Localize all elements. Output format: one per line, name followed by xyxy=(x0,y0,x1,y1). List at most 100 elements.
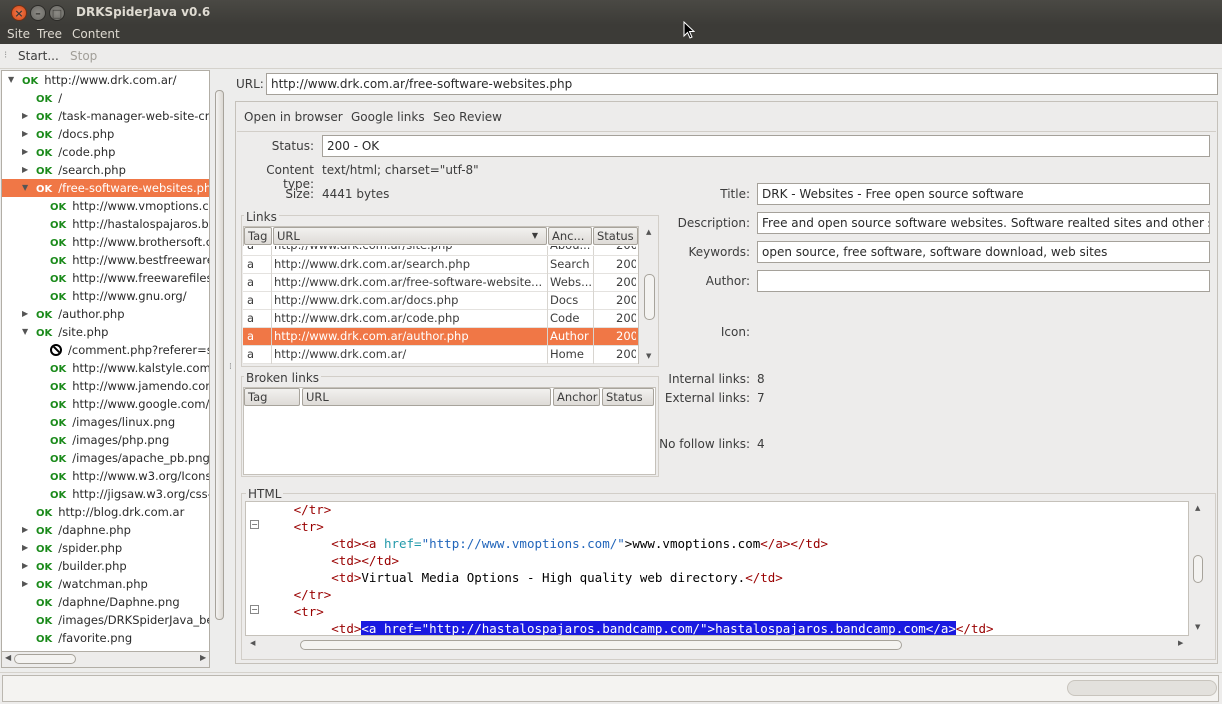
scroll-up-icon[interactable]: ▲ xyxy=(1195,504,1200,512)
google-links-link[interactable]: Google links xyxy=(351,110,425,124)
keywords-field[interactable]: open source, free software, software dow… xyxy=(757,241,1210,263)
expanded-arrow-icon[interactable]: ▼ xyxy=(22,179,28,197)
minimize-window-button[interactable]: – xyxy=(30,5,46,21)
tree-node[interactable]: ▶ OK/daphne.php xyxy=(22,521,209,539)
collapsed-arrow-icon[interactable]: ▶ xyxy=(22,521,28,539)
tree-scroll-thumb[interactable] xyxy=(14,654,76,664)
tree-node[interactable]: ▼ OK/site.php xyxy=(22,323,209,341)
site-tree[interactable]: ▼ OK http://www.drk.com.ar/OK / ▶ OK/task-man… xyxy=(1,70,210,652)
html-horizontal-scrollbar[interactable]: ◀ ▶ xyxy=(245,638,1189,652)
collapsed-arrow-icon[interactable]: ▶ xyxy=(22,305,28,323)
links-scrollbar[interactable]: ▲ ▼ xyxy=(643,226,657,364)
tree-node[interactable]: ▶ OK/docs.php xyxy=(22,125,209,143)
broken-col-url[interactable]: URL xyxy=(302,388,551,406)
collapsed-arrow-icon[interactable]: ▶ xyxy=(22,575,28,593)
tree-node[interactable]: OK http://www.vmoptions.co xyxy=(50,197,209,215)
code-token: >www.vmoptions.com xyxy=(624,536,761,551)
column-divider xyxy=(547,246,548,255)
tree-node[interactable]: OK http://blog.drk.com.ar xyxy=(36,503,209,521)
splitter-grip[interactable]: ⁞ xyxy=(229,362,232,372)
tree-horizontal-scrollbar[interactable]: ◀ ▶ xyxy=(1,652,210,668)
tree-node[interactable]: OK http://jigsaw.w3.org/css- xyxy=(50,485,209,503)
seo-review-link[interactable]: Seo Review xyxy=(433,110,502,124)
broken-col-status[interactable]: Status xyxy=(602,388,654,406)
tree-node[interactable]: OK http://www.brothersoft.c xyxy=(50,233,209,251)
tree-node[interactable]: ▶ OK/author.php xyxy=(22,305,209,323)
no-follow-links-value: 4 xyxy=(757,437,765,451)
stop-button[interactable]: Stop xyxy=(70,49,97,63)
tree-node[interactable]: OK http://www.jamendo.com xyxy=(50,377,209,395)
tree-node[interactable]: OK/images/linux.png xyxy=(50,413,209,431)
tree-node[interactable]: ▶ OK/watchman.php xyxy=(22,575,209,593)
scroll-right-icon[interactable]: ▶ xyxy=(200,653,206,662)
tree-node[interactable]: OK/images/php.png xyxy=(50,431,209,449)
collapsed-arrow-icon[interactable]: ▶ xyxy=(22,161,28,179)
tree-node[interactable]: ▶ OK/builder.php xyxy=(22,557,209,575)
tree-node[interactable]: /comment.php?referer=s xyxy=(50,341,209,359)
status-field[interactable]: 200 - OK xyxy=(322,135,1210,157)
description-field[interactable]: Free and open source software websites. … xyxy=(757,212,1210,234)
url-field[interactable]: http://www.drk.com.ar/free-software-webs… xyxy=(266,73,1218,95)
expanded-arrow-icon[interactable]: ▼ xyxy=(8,71,14,89)
scroll-right-icon[interactable]: ▶ xyxy=(1178,639,1183,647)
scroll-down-icon[interactable]: ▼ xyxy=(646,352,651,360)
tree-node[interactable]: ▶ OK/code.php xyxy=(22,143,209,161)
links-col-anchor[interactable]: Anc... xyxy=(548,227,592,245)
links-table-row[interactable]: a http://www.drk.com.ar/free-software-web… xyxy=(243,274,638,292)
tree-node[interactable]: ▶ OK/task-manager-web-site-cra xyxy=(22,107,209,125)
links-table-row[interactable]: a http://www.drk.com.ar/docs.php Docs 200 xyxy=(243,292,638,310)
broken-col-tag[interactable]: Tag xyxy=(244,388,300,406)
tree-node[interactable]: OK/images/apache_pb.png xyxy=(50,449,209,467)
scroll-left-icon[interactable]: ◀ xyxy=(250,639,255,647)
links-table-row[interactable]: ahttp://www.drk.com.ar/site.php Abou... 20… xyxy=(243,246,638,256)
html-scroll-thumb[interactable] xyxy=(1193,555,1203,583)
broken-col-anchor[interactable]: Anchor xyxy=(553,388,600,406)
tree-node[interactable]: OK http://www.kalstyle.com xyxy=(50,359,209,377)
close-window-button[interactable]: × xyxy=(11,5,27,21)
menu-content[interactable]: Content xyxy=(72,27,120,41)
collapsed-arrow-icon[interactable]: ▶ xyxy=(22,539,28,557)
tree-node[interactable]: OK http://www.google.com/p xyxy=(50,395,209,413)
tree-node[interactable]: ▶ OK/search.php xyxy=(22,161,209,179)
html-hscroll-thumb[interactable] xyxy=(300,640,902,650)
collapsed-arrow-icon[interactable]: ▶ xyxy=(22,125,28,143)
links-table-row[interactable]: a http://www.drk.com.ar/Home 200 xyxy=(243,346,638,364)
links-table-row[interactable]: a http://www.drk.com.ar/search.php Search 2… xyxy=(243,256,638,274)
tree-node[interactable]: OK http://www.w3.org/Icons/ xyxy=(50,467,209,485)
links-table-row[interactable]: a http://www.drk.com.ar/code.php Code 200 xyxy=(243,310,638,328)
author-field[interactable] xyxy=(757,270,1210,292)
maximize-window-button[interactable]: □ xyxy=(49,5,65,21)
menu-tree[interactable]: Tree xyxy=(37,27,62,41)
tree-node[interactable]: ▼ OK http://www.drk.com.ar/ xyxy=(8,71,209,89)
links-table-row[interactable]: a http://www.drk.com.ar/author.php Author 2… xyxy=(243,328,638,346)
scroll-left-icon[interactable]: ◀ xyxy=(5,653,11,662)
open-in-browser-link[interactable]: Open in browser xyxy=(244,110,343,124)
tree-node[interactable]: OK http://www.bestfreeware xyxy=(50,251,209,269)
tree-node[interactable]: OK/images/DRKSpiderJava_bet xyxy=(36,611,209,629)
menu-site[interactable]: Site xyxy=(7,27,30,41)
collapsed-arrow-icon[interactable]: ▶ xyxy=(22,143,28,161)
html-vertical-scrollbar[interactable]: ▲ ▼ xyxy=(1191,501,1205,636)
scroll-down-icon[interactable]: ▼ xyxy=(1195,623,1200,631)
tree-node[interactable]: ▼ OK/free-software-websites.ph xyxy=(2,179,210,197)
collapsed-arrow-icon[interactable]: ▶ xyxy=(22,557,28,575)
tree-node[interactable]: ▶ OK/spider.php xyxy=(22,539,209,557)
scroll-up-icon[interactable]: ▲ xyxy=(646,228,651,236)
collapsed-arrow-icon[interactable]: ▶ xyxy=(22,107,28,125)
tree-node[interactable]: OK http://www.freewarefiles xyxy=(50,269,209,287)
links-col-status[interactable]: Status xyxy=(593,227,638,245)
title-field[interactable]: DRK - Websites - Free open source softwa… xyxy=(757,183,1210,205)
tree-node-label: /free-software-websites.ph xyxy=(58,181,210,195)
tree-node[interactable]: OK http://hastalospajaros.ba xyxy=(50,215,209,233)
tree-node[interactable]: OK/favorite.png xyxy=(36,629,209,647)
html-source-view[interactable]: − − </tr> <tr> <td><a href="http://www.v… xyxy=(245,501,1189,636)
start-button[interactable]: Start... xyxy=(18,49,59,63)
tree-node[interactable]: OK http://www.gnu.org/ xyxy=(50,287,209,305)
panel-splitter[interactable] xyxy=(215,90,224,620)
links-col-tag[interactable]: Tag xyxy=(244,227,272,245)
expanded-arrow-icon[interactable]: ▼ xyxy=(22,323,28,341)
tree-node[interactable]: OK / xyxy=(36,89,209,107)
links-scroll-thumb[interactable] xyxy=(644,274,655,320)
tree-node[interactable]: OK/daphne/Daphne.png xyxy=(36,593,209,611)
links-col-url[interactable]: URL ▼ xyxy=(273,227,547,245)
